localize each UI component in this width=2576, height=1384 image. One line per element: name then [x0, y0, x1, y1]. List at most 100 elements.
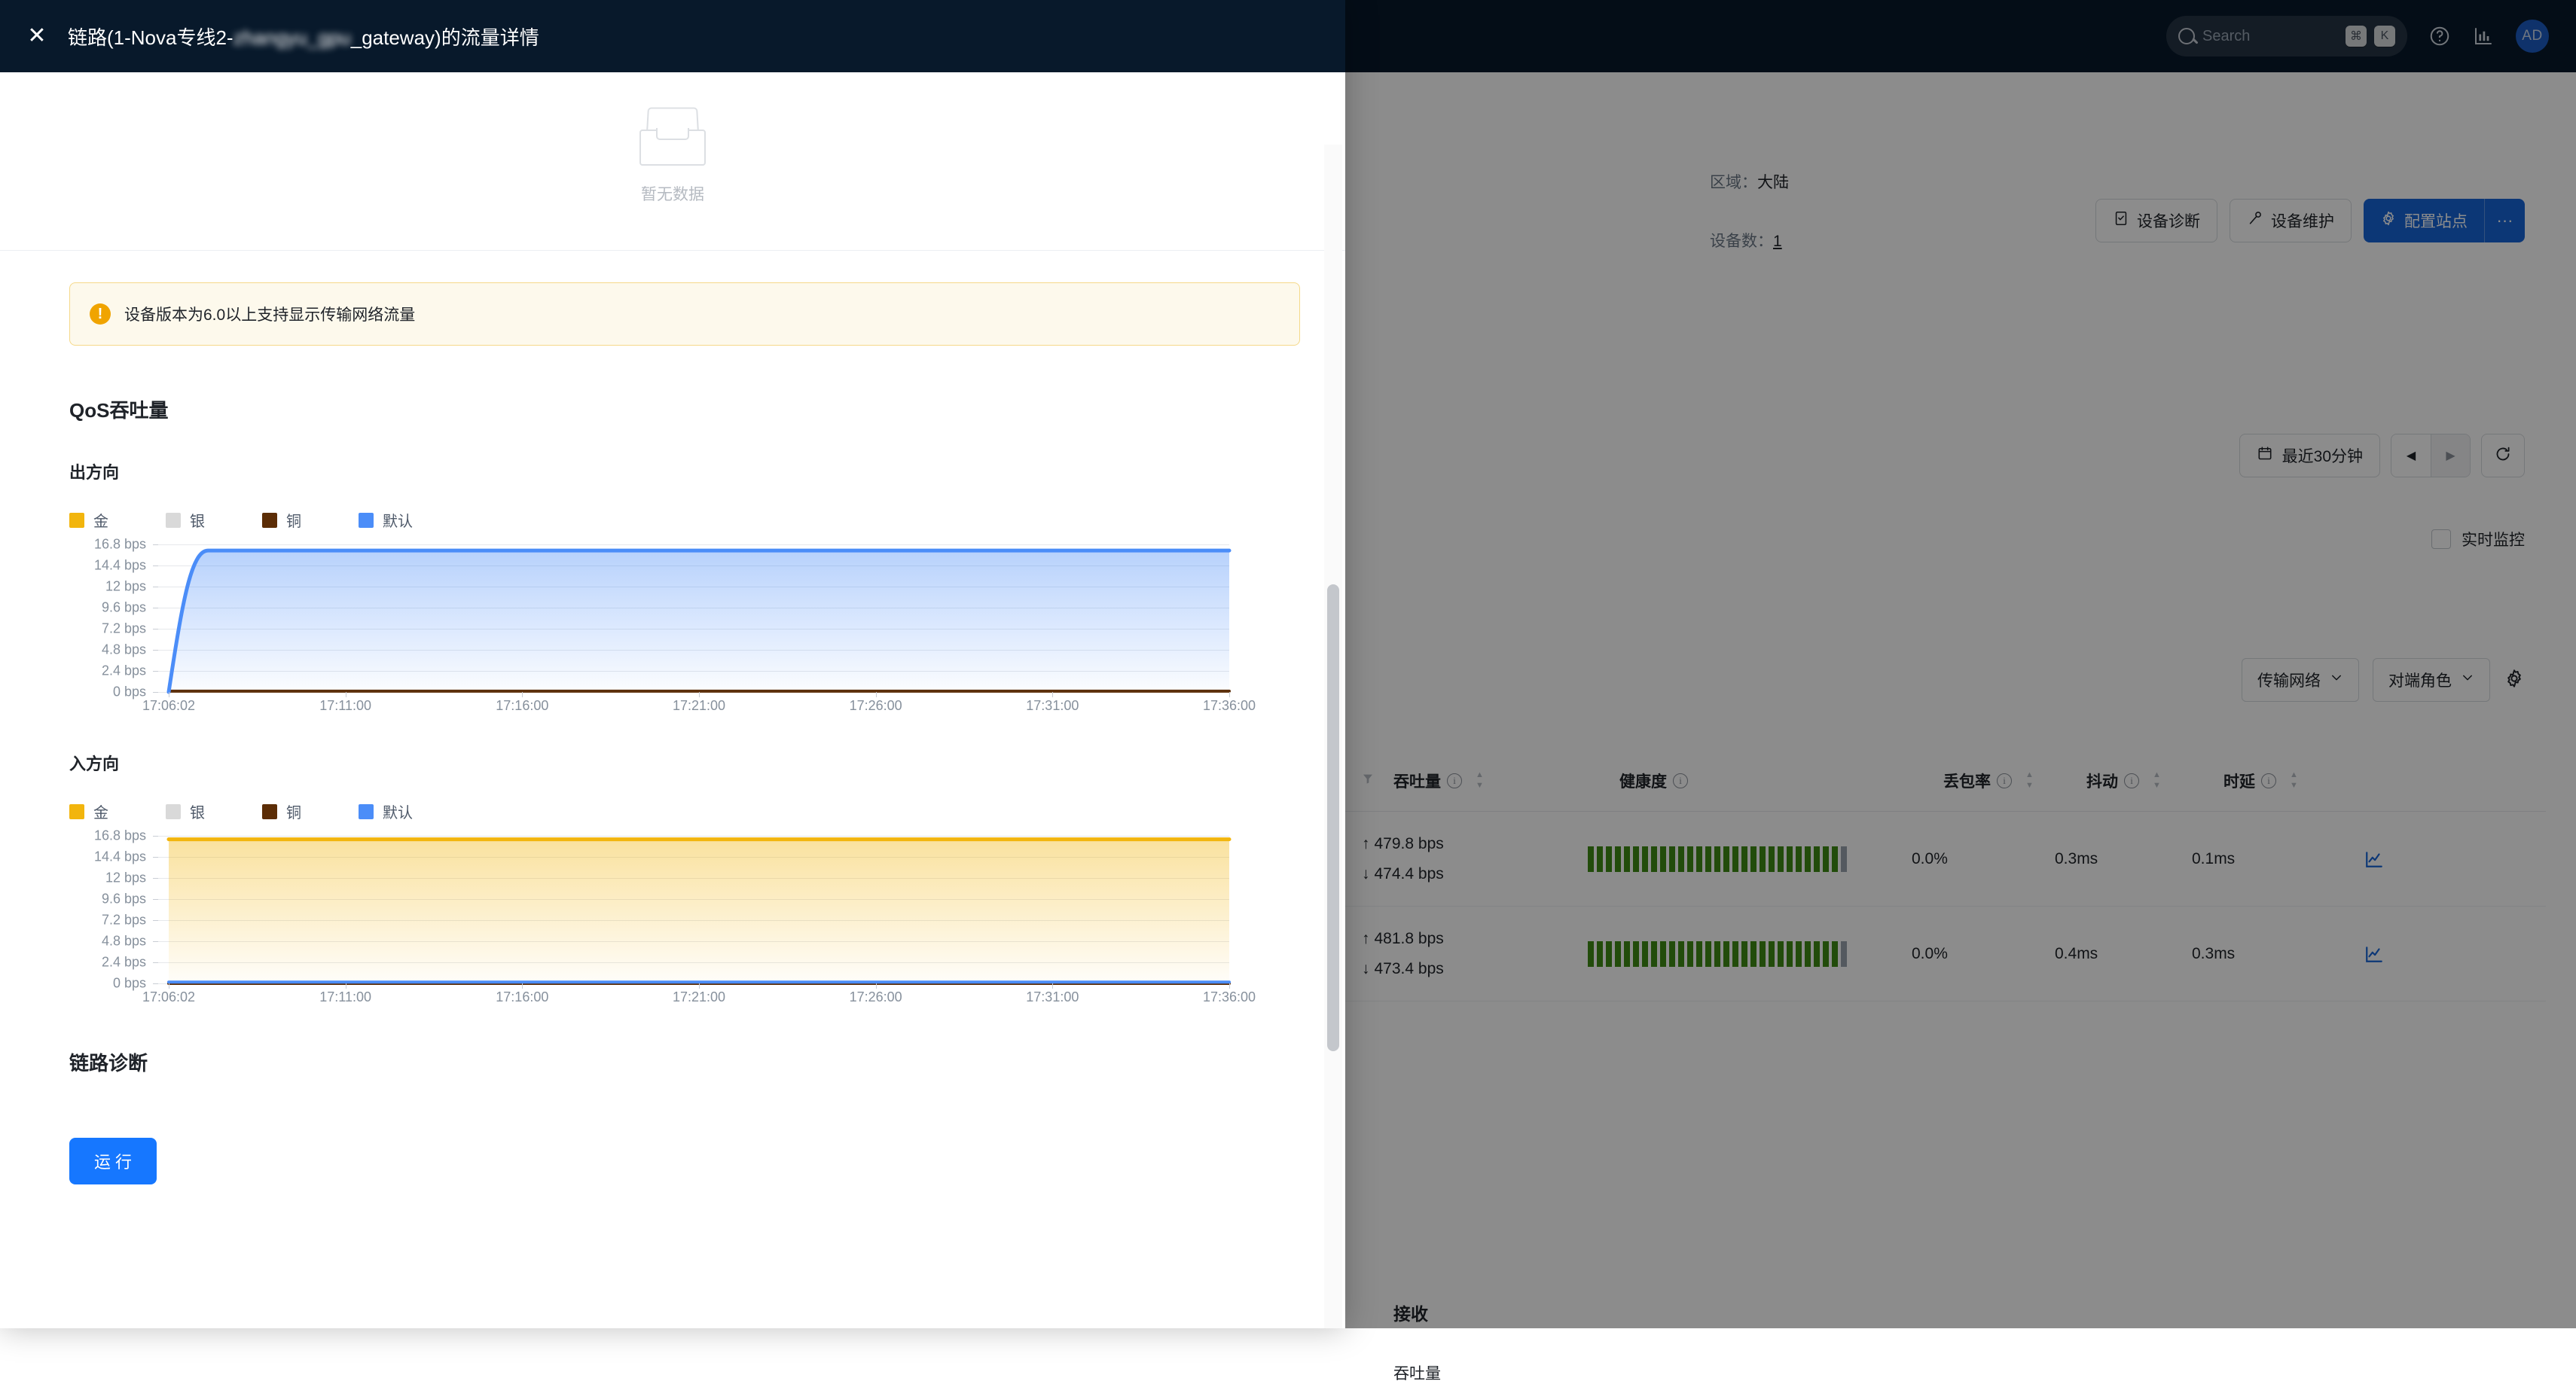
legend-item[interactable]: 银	[166, 509, 262, 531]
x-tick-mark	[876, 692, 877, 697]
y-axis-tick: 4.8 bps	[102, 934, 146, 950]
series-area	[169, 840, 1229, 983]
x-axis-tick: 17:06:02	[142, 989, 195, 1005]
x-axis-tick: 17:11:00	[319, 989, 371, 1005]
drawer-title-prefix: 链路(1-Nova专线2-	[68, 26, 233, 49]
legend-label: 银	[190, 800, 205, 822]
x-axis-tick: 17:36:00	[1203, 698, 1256, 714]
drawer-header: ✕ 链路(1-Nova专线2-zhangyu_gpu_gateway)的流量详情	[0, 0, 1345, 72]
y-tick-mark	[153, 629, 158, 630]
x-tick-mark	[1229, 692, 1230, 697]
x-tick-mark	[1229, 983, 1230, 989]
x-tick-mark	[876, 983, 877, 989]
legend-item[interactable]: 金	[69, 800, 166, 822]
x-axis-tick: 17:16:00	[496, 989, 548, 1005]
x-axis-tick: 17:26:00	[850, 698, 902, 714]
outbound-x-axis: 17:06:0217:11:0017:16:0017:21:0017:26:00…	[158, 692, 1229, 709]
y-tick-mark	[153, 671, 158, 672]
x-tick-mark	[699, 692, 700, 697]
legend-swatch	[69, 513, 84, 528]
legend-item[interactable]: 默认	[359, 509, 455, 531]
x-axis-tick: 17:21:00	[673, 698, 725, 714]
y-tick-mark	[153, 692, 158, 693]
x-axis-tick: 17:06:02	[142, 698, 195, 714]
y-axis-tick: 14.4 bps	[94, 849, 146, 865]
x-tick-mark	[522, 692, 523, 697]
y-axis-tick: 9.6 bps	[102, 892, 146, 907]
close-icon[interactable]: ✕	[26, 25, 48, 47]
run-button[interactable]: 运行	[69, 1138, 157, 1184]
empty-state-text: 暂无数据	[641, 182, 704, 205]
legend-item[interactable]: 银	[166, 800, 262, 822]
version-warning-text: 设备版本为6.0以上支持显示传输网络流量	[124, 303, 415, 325]
version-warning-alert: ! 设备版本为6.0以上支持显示传输网络流量	[69, 282, 1300, 346]
drawer-title-redacted: zhangyu_gpu	[233, 26, 351, 50]
legend-label: 默认	[383, 800, 413, 822]
legend-swatch	[359, 513, 374, 528]
y-tick-mark	[153, 544, 158, 545]
outbound-chart[interactable]: 0 bps2.4 bps4.8 bps7.2 bps9.6 bps12 bps1…	[69, 544, 1229, 709]
receive-throughput-label: 吞吐量	[1393, 1361, 1441, 1384]
y-axis-tick: 0 bps	[113, 684, 146, 700]
y-tick-mark	[153, 650, 158, 651]
run-button-wrapper: 运行	[69, 1138, 1345, 1184]
y-tick-mark	[153, 983, 158, 984]
drawer-title-suffix: _gateway)的流量详情	[351, 26, 539, 49]
outbound-y-axis: 0 bps2.4 bps4.8 bps7.2 bps9.6 bps12 bps1…	[69, 544, 154, 692]
y-axis-tick: 12 bps	[105, 870, 146, 886]
x-tick-mark	[1052, 692, 1053, 697]
y-tick-mark	[153, 941, 158, 942]
y-axis-tick: 16.8 bps	[94, 828, 146, 844]
x-tick-mark	[1052, 983, 1053, 989]
x-tick-mark	[522, 983, 523, 989]
qos-throughput-title: QoS吞吐量	[69, 395, 1345, 423]
legend-swatch	[69, 804, 84, 819]
y-axis-tick: 7.2 bps	[102, 913, 146, 928]
drawer-title: 链路(1-Nova专线2-zhangyu_gpu_gateway)的流量详情	[68, 23, 539, 50]
y-axis-tick: 14.4 bps	[94, 558, 146, 574]
inbound-chart[interactable]: 0 bps 2.4 bps 4.8 bps 7.2 bps 9.6 bps 12 bps 1…	[69, 836, 1229, 1000]
y-tick-mark	[153, 857, 158, 858]
legend-swatch	[359, 804, 374, 819]
empty-state: 暂无数据	[0, 72, 1345, 205]
legend-item[interactable]: 金	[69, 509, 166, 531]
x-axis-tick: 17:16:00	[496, 698, 548, 714]
legend-swatch	[262, 804, 277, 819]
inbound-x-axis: 17:06:0217:11:0017:16:0017:21:0017:26:00…	[158, 983, 1229, 1000]
y-tick-mark	[153, 899, 158, 900]
outbound-legend: 金 银铜默认	[69, 509, 1345, 531]
y-axis-tick: 2.4 bps	[102, 955, 146, 971]
legend-label: 金	[93, 509, 108, 531]
y-tick-mark	[153, 962, 158, 963]
legend-item[interactable]: 铜	[262, 800, 359, 822]
x-axis-tick: 17:31:00	[1026, 989, 1079, 1005]
inbound-plot-area	[158, 836, 1229, 983]
x-axis-tick: 17:21:00	[673, 989, 725, 1005]
x-axis-tick: 17:31:00	[1026, 698, 1079, 714]
y-axis-tick: 12 bps	[105, 579, 146, 595]
empty-box-icon	[633, 107, 712, 170]
y-axis-tick: 2.4 bps	[102, 663, 146, 679]
outbound-plot-area	[158, 544, 1229, 692]
inbound-legend: 金 银 铜 默认	[69, 800, 1345, 822]
outbound-title: 出方向	[69, 459, 1345, 483]
legend-item[interactable]: 默认	[359, 800, 455, 822]
legend-label: 金	[93, 800, 108, 822]
inbound-y-axis: 0 bps2.4 bps4.8 bps7.2 bps9.6 bps12 bps1…	[69, 836, 154, 983]
link-traffic-detail-drawer: ✕ 链路(1-Nova专线2-zhangyu_gpu_gateway)的流量详情…	[0, 0, 1345, 1328]
y-axis-tick: 9.6 bps	[102, 600, 146, 616]
y-axis-tick: 0 bps	[113, 976, 146, 992]
legend-label: 铜	[286, 800, 301, 822]
y-axis-tick: 16.8 bps	[94, 537, 146, 553]
y-tick-mark	[153, 920, 158, 921]
y-tick-mark	[153, 836, 158, 837]
y-tick-mark	[153, 565, 158, 566]
y-tick-mark	[153, 878, 158, 879]
legend-item[interactable]: 铜	[262, 509, 359, 531]
y-axis-tick: 4.8 bps	[102, 642, 146, 658]
inbound-title: 入方向	[69, 751, 1345, 775]
x-axis-tick: 17:36:00	[1203, 989, 1256, 1005]
x-axis-tick: 17:26:00	[850, 989, 902, 1005]
legend-swatch	[262, 513, 277, 528]
drawer-scrollbar-thumb[interactable]	[1327, 584, 1339, 1051]
